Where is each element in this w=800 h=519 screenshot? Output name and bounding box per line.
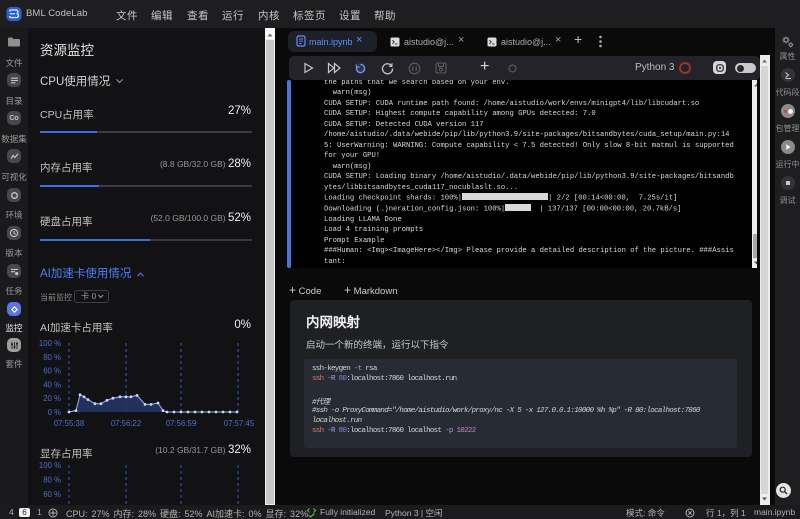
svg-text:20 %: 20 %: [43, 394, 61, 403]
svg-text:100 %: 100 %: [39, 339, 61, 348]
svg-text:40 %: 40 %: [43, 380, 61, 389]
svg-text:80 %: 80 %: [43, 476, 61, 485]
svg-text:07:56:59: 07:56:59: [166, 419, 196, 428]
svg-text:100 %: 100 %: [39, 461, 61, 470]
svg-text:0 %: 0 %: [48, 408, 62, 417]
svg-text:07:57:45: 07:57:45: [224, 419, 254, 428]
svg-text:60 %: 60 %: [43, 367, 61, 376]
svg-text:80 %: 80 %: [43, 353, 61, 362]
svg-text:07:55:38: 07:55:38: [54, 419, 84, 428]
svg-text:07:56:22: 07:56:22: [111, 419, 141, 428]
svg-text:60 %: 60 %: [43, 490, 61, 499]
